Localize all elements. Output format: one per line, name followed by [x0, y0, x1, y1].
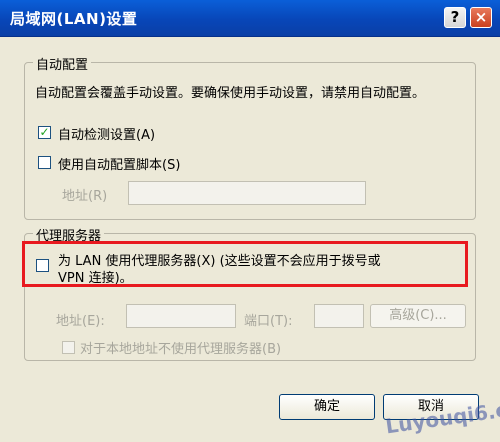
check-mark-icon: ✓ [39, 125, 50, 139]
script-address-input[interactable] [128, 181, 366, 205]
auto-detect-checkbox[interactable]: ✓ [38, 126, 51, 139]
ok-button[interactable]: 确定 [279, 394, 375, 420]
script-address-label: 地址(R) [62, 189, 108, 204]
auto-config-script-checkbox[interactable] [38, 156, 51, 169]
proxy-address-input[interactable] [126, 304, 236, 328]
proxy-address-label: 地址(E): [56, 314, 105, 329]
auto-config-description: 自动配置会覆盖手动设置。要确保使用手动设置，请禁用自动配置。 [35, 86, 426, 101]
proxy-port-input[interactable] [314, 304, 364, 328]
annotation-highlight-box [22, 241, 468, 287]
proxy-port-label: 端口(T): [244, 314, 293, 329]
bypass-local-checkbox[interactable] [62, 341, 75, 354]
bypass-local-label: 对于本地地址不使用代理服务器(B) [80, 342, 282, 357]
auto-detect-label: 自动检测设置(A) [58, 128, 156, 143]
help-button[interactable]: ? [444, 7, 466, 28]
auto-config-group-label: 自动配置 [33, 54, 92, 73]
auto-config-script-label: 使用自动配置脚本(S) [58, 158, 181, 173]
advanced-button[interactable]: 高级(C)... [370, 304, 466, 328]
window-title: 局域网(LAN)设置 [10, 10, 138, 28]
close-button[interactable]: × [470, 7, 492, 28]
